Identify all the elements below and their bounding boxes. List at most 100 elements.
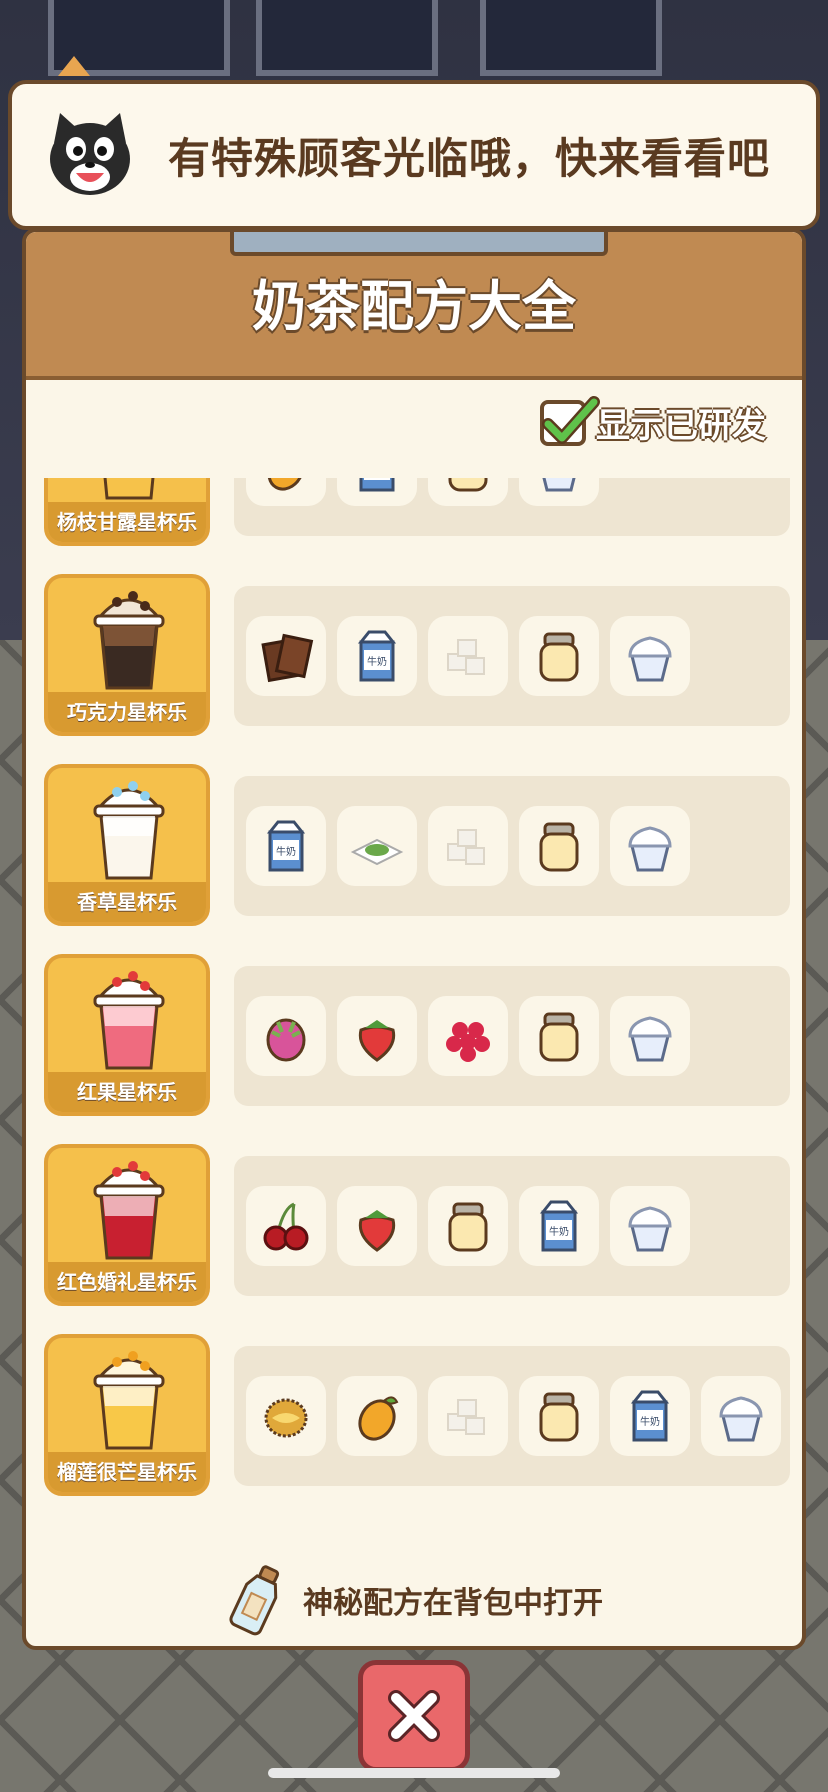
milk-icon: 牛奶	[266, 820, 306, 872]
ingredient-slot[interactable]: 牛奶	[519, 1186, 599, 1266]
drink-name: 榴莲很芒星杯乐	[48, 1452, 206, 1492]
background-window	[256, 0, 438, 76]
panel-title: 奶茶配方大全	[252, 275, 576, 338]
notification-banner[interactable]: 有特殊顾客光临哦，快来看看吧	[8, 80, 820, 230]
drink-card[interactable]: 香草星杯乐	[44, 764, 210, 926]
ingredient-slot[interactable]	[519, 806, 599, 886]
svg-text:牛奶: 牛奶	[367, 655, 387, 668]
ingredient-list: 牛奶	[234, 1156, 790, 1296]
condensed-milk-jar-icon	[539, 632, 579, 682]
condensed-milk-jar-icon	[448, 478, 488, 492]
ingredient-slot[interactable]	[519, 616, 599, 696]
ingredient-slot[interactable]	[428, 1376, 508, 1456]
ingredient-slot[interactable]: 牛奶	[610, 1376, 690, 1456]
drink-card[interactable]: 榴莲很芒星杯乐	[44, 1334, 210, 1496]
ingredient-list: 牛奶	[234, 586, 790, 726]
ingredient-slot[interactable]	[610, 1186, 690, 1266]
sugar-cubes-icon	[447, 829, 485, 865]
drink-card[interactable]: 红果星杯乐	[44, 954, 210, 1116]
vanilla-drink-icon	[93, 781, 165, 880]
ingredient-list: 牛奶	[234, 1346, 790, 1486]
ice-cream-icon	[719, 1396, 763, 1442]
condensed-milk-jar-icon	[539, 1392, 579, 1442]
ingredient-slot[interactable]: 牛奶	[337, 616, 417, 696]
footer-text: 神秘配方在背包中打开	[303, 1586, 603, 1621]
mystery-recipe-hint[interactable]: 神秘配方在背包中打开	[26, 1560, 802, 1640]
toggle-label: 显示已研发	[596, 406, 766, 446]
ingredient-slot[interactable]	[428, 616, 508, 696]
ingredient-slot[interactable]	[519, 478, 599, 506]
ingredient-slot[interactable]	[701, 1376, 781, 1456]
ingredient-list	[234, 966, 790, 1106]
condensed-milk-jar-icon	[448, 1202, 488, 1252]
ingredient-slot[interactable]	[246, 478, 326, 506]
milk-icon: 牛奶	[630, 1390, 670, 1442]
svg-text:牛奶: 牛奶	[276, 845, 296, 858]
cat-face-icon	[50, 113, 130, 195]
checkmark-icon	[542, 395, 600, 444]
ingredient-slot[interactable]	[610, 616, 690, 696]
condensed-milk-jar-icon	[539, 1012, 579, 1062]
drink-name: 香草星杯乐	[48, 882, 206, 922]
ingredient-slot[interactable]	[519, 996, 599, 1076]
ingredient-slot[interactable]: 牛奶	[337, 478, 417, 506]
close-x-icon	[388, 1690, 440, 1742]
ingredient-slot[interactable]	[337, 806, 417, 886]
ice-cream-icon	[628, 1206, 672, 1252]
ingredient-slot[interactable]	[337, 1186, 417, 1266]
ingredient-list: 牛奶	[234, 776, 790, 916]
durian-icon	[264, 1398, 308, 1438]
ingredient-slot[interactable]	[246, 616, 326, 696]
red-wedding-drink-icon	[93, 1161, 165, 1260]
ingredient-slot[interactable]	[428, 1186, 508, 1266]
red-fruit-drink-icon	[93, 971, 165, 1070]
home-indicator[interactable]	[268, 1768, 560, 1778]
condensed-milk-jar-icon	[539, 822, 579, 872]
drink-card[interactable]: 杨枝甘露星杯乐	[44, 478, 210, 546]
mango-icon	[358, 1396, 399, 1441]
sugar-cubes-icon	[447, 639, 485, 675]
checkbox[interactable]	[540, 395, 600, 446]
panel-header: 奶茶配方大全	[26, 232, 802, 380]
ice-cream-icon	[628, 636, 672, 682]
durian-mango-drink-icon	[93, 1351, 165, 1450]
raspberry-icon	[446, 1022, 490, 1062]
dragon-fruit-icon	[266, 1018, 306, 1062]
ingredient-slot[interactable]	[246, 1376, 326, 1456]
header-top-bar	[230, 232, 608, 256]
chocolate-drink-icon	[93, 591, 165, 690]
ingredient-slot[interactable]	[610, 996, 690, 1076]
strawberry-icon	[358, 1020, 396, 1062]
ice-cream-icon	[542, 478, 576, 492]
ingredient-slot[interactable]	[428, 806, 508, 886]
close-button[interactable]	[358, 1660, 470, 1772]
ingredient-slot[interactable]	[610, 806, 690, 886]
milk-icon: 牛奶	[359, 478, 395, 492]
notification-text: 有特殊顾客光临哦，快来看看吧	[168, 133, 771, 183]
ice-cream-icon	[628, 1016, 672, 1062]
drink-card[interactable]: 巧克力星杯乐	[44, 574, 210, 736]
ingredient-slot[interactable]	[428, 478, 508, 506]
message-bottle-icon	[229, 1565, 280, 1636]
recipe-list[interactable]: 杨枝甘露星杯乐 牛奶 巧克力星杯乐 牛奶	[26, 478, 802, 1646]
notification-pointer	[58, 56, 90, 76]
milk-icon: 牛奶	[539, 1200, 579, 1252]
ingredient-slot[interactable]	[246, 1186, 326, 1266]
recipe-book-panel: 奶茶配方大全 显示已研发 杨枝甘露星杯乐 牛奶	[22, 228, 806, 1650]
drink-name: 红果星杯乐	[48, 1072, 206, 1112]
ingredient-slot[interactable]	[337, 1376, 417, 1456]
recipe-row: 榴莲很芒星杯乐 牛奶	[26, 1334, 802, 1524]
ingredient-slot[interactable]	[337, 996, 417, 1076]
drink-card[interactable]: 红色婚礼星杯乐	[44, 1144, 210, 1306]
sugar-cubes-icon	[447, 1399, 485, 1435]
ingredient-slot[interactable]	[428, 996, 508, 1076]
svg-text:牛奶: 牛奶	[640, 1415, 660, 1428]
recipe-row: 杨枝甘露星杯乐 牛奶	[26, 478, 802, 574]
strawberry-icon	[358, 1210, 396, 1252]
ingredient-slot[interactable]	[519, 1376, 599, 1456]
show-researched-toggle[interactable]: 显示已研发	[540, 395, 766, 447]
background-window	[480, 0, 662, 76]
ingredient-slot[interactable]	[246, 996, 326, 1076]
ingredient-slot[interactable]: 牛奶	[246, 806, 326, 886]
recipe-row: 巧克力星杯乐 牛奶	[26, 574, 802, 764]
